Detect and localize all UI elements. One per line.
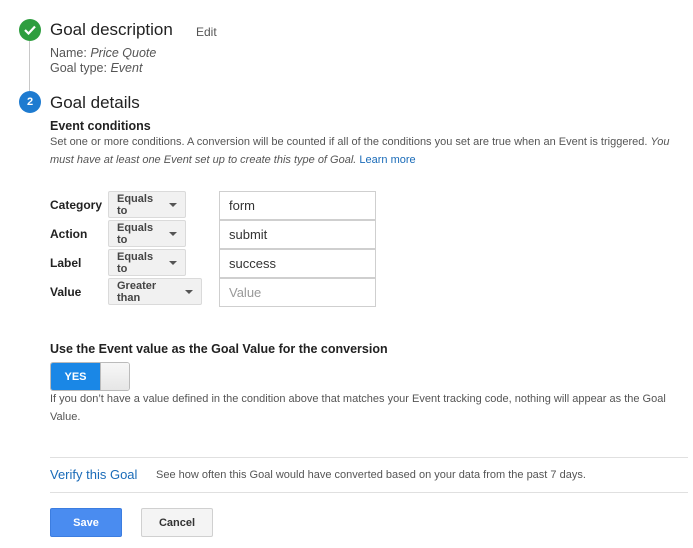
edit-link[interactable]: Edit — [196, 25, 217, 39]
event-conditions-description: Set one or more conditions. A conversion… — [50, 136, 670, 166]
step-title-goal-description: Goal description — [50, 20, 173, 39]
step-title-goal-details: Goal details — [50, 93, 140, 112]
action-operator-dropdown[interactable]: Equals to — [108, 220, 186, 247]
learn-more-link[interactable]: Learn more — [359, 154, 415, 166]
caret-down-icon — [169, 202, 177, 207]
label-value-input[interactable] — [219, 249, 376, 278]
category-value-input[interactable] — [219, 191, 376, 220]
condition-label-action: Action — [50, 227, 88, 241]
goal-name: Name: Price Quote — [50, 46, 157, 60]
value-input[interactable] — [219, 278, 376, 307]
goal-type: Goal type: Event — [50, 61, 143, 75]
verify-description: See how often this Goal would have conve… — [156, 469, 586, 481]
toggle-on-label: YES — [51, 363, 100, 390]
label-operator-dropdown[interactable]: Equals to — [108, 249, 186, 276]
goal-value-title: Use the Event value as the Goal Value fo… — [50, 342, 388, 356]
step-number-icon: 2 — [19, 91, 41, 113]
value-operator-dropdown[interactable]: Greater than — [108, 278, 202, 305]
check-icon — [24, 25, 36, 35]
caret-down-icon — [185, 289, 193, 294]
goal-value-help: If you don’t have a value defined in the… — [50, 393, 666, 423]
cancel-button[interactable]: Cancel — [141, 508, 213, 537]
step-complete-icon — [19, 19, 41, 41]
goal-value-toggle[interactable]: YES — [50, 362, 130, 391]
condition-label-category: Category — [50, 198, 103, 212]
save-button[interactable]: Save — [50, 508, 122, 537]
caret-down-icon — [169, 260, 177, 265]
divider — [50, 457, 688, 458]
divider — [50, 492, 688, 493]
verify-goal-link[interactable]: Verify this Goal — [50, 467, 137, 482]
condition-label-value: Value — [50, 285, 82, 299]
caret-down-icon — [169, 231, 177, 236]
condition-label-label: Label — [50, 256, 82, 270]
toggle-knob — [100, 363, 129, 390]
category-operator-dropdown[interactable]: Equals to — [108, 191, 186, 218]
event-conditions-title: Event conditions — [50, 119, 151, 133]
step-connector — [29, 41, 30, 91]
action-value-input[interactable] — [219, 220, 376, 249]
